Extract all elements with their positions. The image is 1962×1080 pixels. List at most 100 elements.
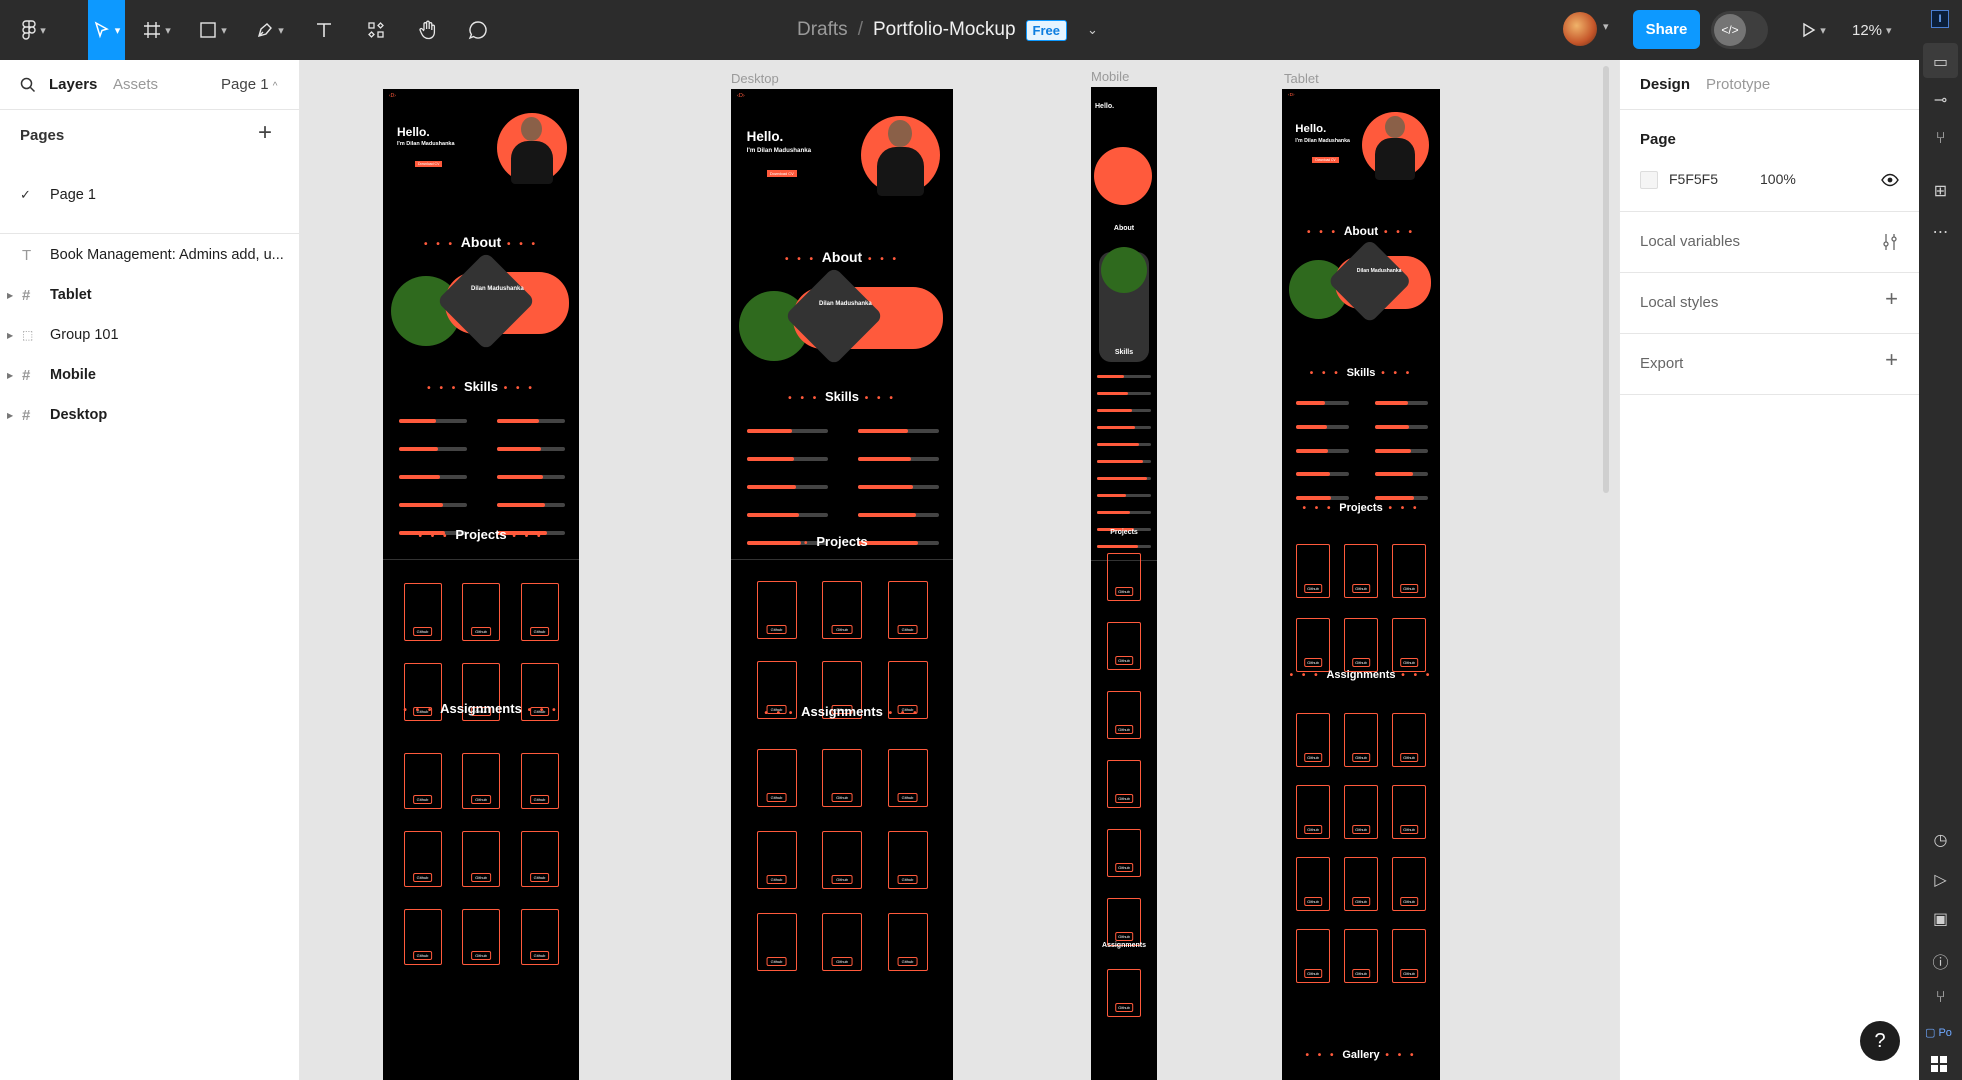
zoom-menu[interactable]: 12% ▾ [1852,0,1892,60]
github-button: Github [1115,794,1133,804]
alert-icon[interactable]: ⓘ [1919,949,1962,973]
share-button[interactable]: Share [1633,10,1700,49]
section-title: • • • About • • • [383,234,579,250]
local-styles-section: Local styles + [1620,273,1920,334]
add-export-plus-icon[interactable]: + [1885,347,1898,373]
mockup-person [1375,138,1416,180]
hand-tool-button[interactable] [413,0,443,60]
skill-bar [1374,472,1429,477]
expand-arrow-icon[interactable]: ▶ [7,291,13,300]
frame-group-101[interactable]: ‹D› Hello. I'm Dilan Madushanka Download CV… [383,89,579,1080]
play-circle-icon[interactable]: ◷ [1919,830,1962,850]
page-color-hex[interactable]: F5F5F5 [1669,171,1718,187]
layer-item-mobile[interactable]: ▶ # Mobile [0,355,300,395]
decor-dots: • • • [521,705,559,716]
expand-arrow-icon[interactable]: ▶ [7,411,13,420]
tab-layers[interactable]: Layers [49,76,97,93]
text-tool-button[interactable] [309,0,339,60]
layer-item-tablet[interactable]: ▶ # Tablet [0,275,300,315]
plan-badge[interactable]: Free [1025,19,1067,41]
file-icon[interactable]: ▭ [1919,52,1962,72]
pen-tool-button[interactable]: ▾ [250,0,290,60]
frame-label-desktop[interactable]: Desktop [731,71,779,86]
expand-arrow-icon[interactable]: ▶ [7,331,13,340]
play-icon[interactable]: ▷ [1919,870,1962,890]
rectangle-icon [200,22,216,38]
file-name[interactable]: Portfolio-Mockup [873,19,1016,41]
breadcrumb-drafts[interactable]: Drafts [797,19,848,41]
project-card: Github [822,749,862,807]
github-button: Github [831,624,853,634]
expand-arrow-icon[interactable]: ▶ [7,371,13,380]
frame-label-mobile[interactable]: Mobile [1091,69,1129,84]
variables-settings-icon[interactable] [1882,233,1898,251]
extension-badge-icon[interactable]: I [1931,10,1949,28]
user-avatar[interactable] [1563,12,1597,46]
play-icon [1803,22,1816,38]
add-page-plus-icon[interactable]: + [258,119,272,147]
design-canvas[interactable]: Desktop Mobile Tablet ‹D› Hello. I'm Dilan… [300,60,1619,1080]
decor-dots: • • • [506,531,544,542]
move-tool-button[interactable]: ▾ [88,0,125,60]
section-title: • • • Assignments • • • [731,704,953,719]
layer-item-text[interactable]: T Book Management: Admins add, u... [0,235,300,275]
resources-tool-button[interactable] [361,0,391,60]
avatar-chevron-down-icon[interactable]: ▾ [1603,20,1609,33]
comment-tool-button[interactable] [463,0,493,60]
tab-prototype[interactable]: Prototype [1706,76,1770,93]
section-title-text: Gallery [1342,1049,1380,1061]
export-label[interactable]: Export [1640,355,1683,372]
frame-tool-button[interactable]: ▾ [137,0,177,60]
pen-icon [258,23,273,38]
frame-layer-icon: # [22,406,31,424]
frame-layer-icon: # [22,366,31,384]
page-selector[interactable]: Page 1 ^ [221,76,277,93]
main-menu-button[interactable]: ▾ [14,0,54,60]
windows-icon[interactable] [1931,1056,1947,1072]
mockup-download-button: Download CV [766,169,797,177]
skill-bar-fill [1097,409,1132,412]
frame-desktop[interactable]: ‹D› Hello. I'm Dilan Madushanka Download CV… [731,89,953,1080]
search-icon[interactable] [20,77,36,93]
project-card: Github [403,583,442,641]
tab-assets[interactable]: Assets [113,76,158,93]
project-card: Github [756,749,797,807]
section-title: • • • Projects • • • [731,534,953,549]
frame-mobile[interactable]: Hello. About Skills Projects Github Github Git… [1091,87,1157,1080]
add-style-plus-icon[interactable]: + [1885,286,1898,312]
dev-mode-toggle[interactable]: </> [1711,11,1768,49]
skill-bar [1097,443,1151,446]
eye-icon[interactable] [1881,173,1899,187]
frame-tablet[interactable]: ‹D› Hello. I'm Dilan Madushanka Download CV… [1282,89,1440,1080]
canvas-scrollbar[interactable] [1603,66,1609,493]
more-icon[interactable]: ⋯ [1919,222,1962,242]
help-button[interactable]: ? [1860,1021,1900,1061]
git-icon[interactable]: ⑂ [1919,989,1962,1007]
page-item-page-1[interactable]: ✓ Page 1 [0,175,300,215]
local-styles-label[interactable]: Local styles [1640,294,1718,311]
decor-dots: • • • [784,254,822,265]
branch-icon[interactable]: ⑂ [1919,130,1962,148]
shape-tool-button[interactable]: ▾ [193,0,233,60]
mockup-download-button: Download CV [415,161,443,167]
github-button: Github [471,794,491,804]
decor-dots: • • • [1309,368,1347,379]
project-card: Github [1107,760,1141,808]
local-variables-label[interactable]: Local variables [1640,233,1740,250]
layer-item-group-101[interactable]: ▶ ⬚ Group 101 [0,315,300,355]
page-opacity[interactable]: 100% [1760,171,1796,187]
tab-design[interactable]: Design [1640,76,1690,93]
terminal-icon[interactable]: ▣ [1919,909,1962,929]
present-button[interactable]: ▾ [1793,0,1833,60]
project-card: Github [756,831,797,889]
frame-label-tablet[interactable]: Tablet [1284,71,1319,86]
file-menu-chevron-down-icon[interactable]: ⌄ [1087,22,1098,38]
decor-dots: • • • [501,239,539,250]
plugin-icon[interactable]: ⊞ [1919,181,1962,201]
layer-item-desktop[interactable]: ▶ # Desktop [0,395,300,435]
github-button: Github [1352,824,1370,834]
layer-label: Tablet [50,287,92,303]
page-color-swatch[interactable] [1640,171,1658,189]
skill-bar-fill [1295,401,1326,405]
component-icon[interactable]: ⊸ [1919,90,1962,110]
